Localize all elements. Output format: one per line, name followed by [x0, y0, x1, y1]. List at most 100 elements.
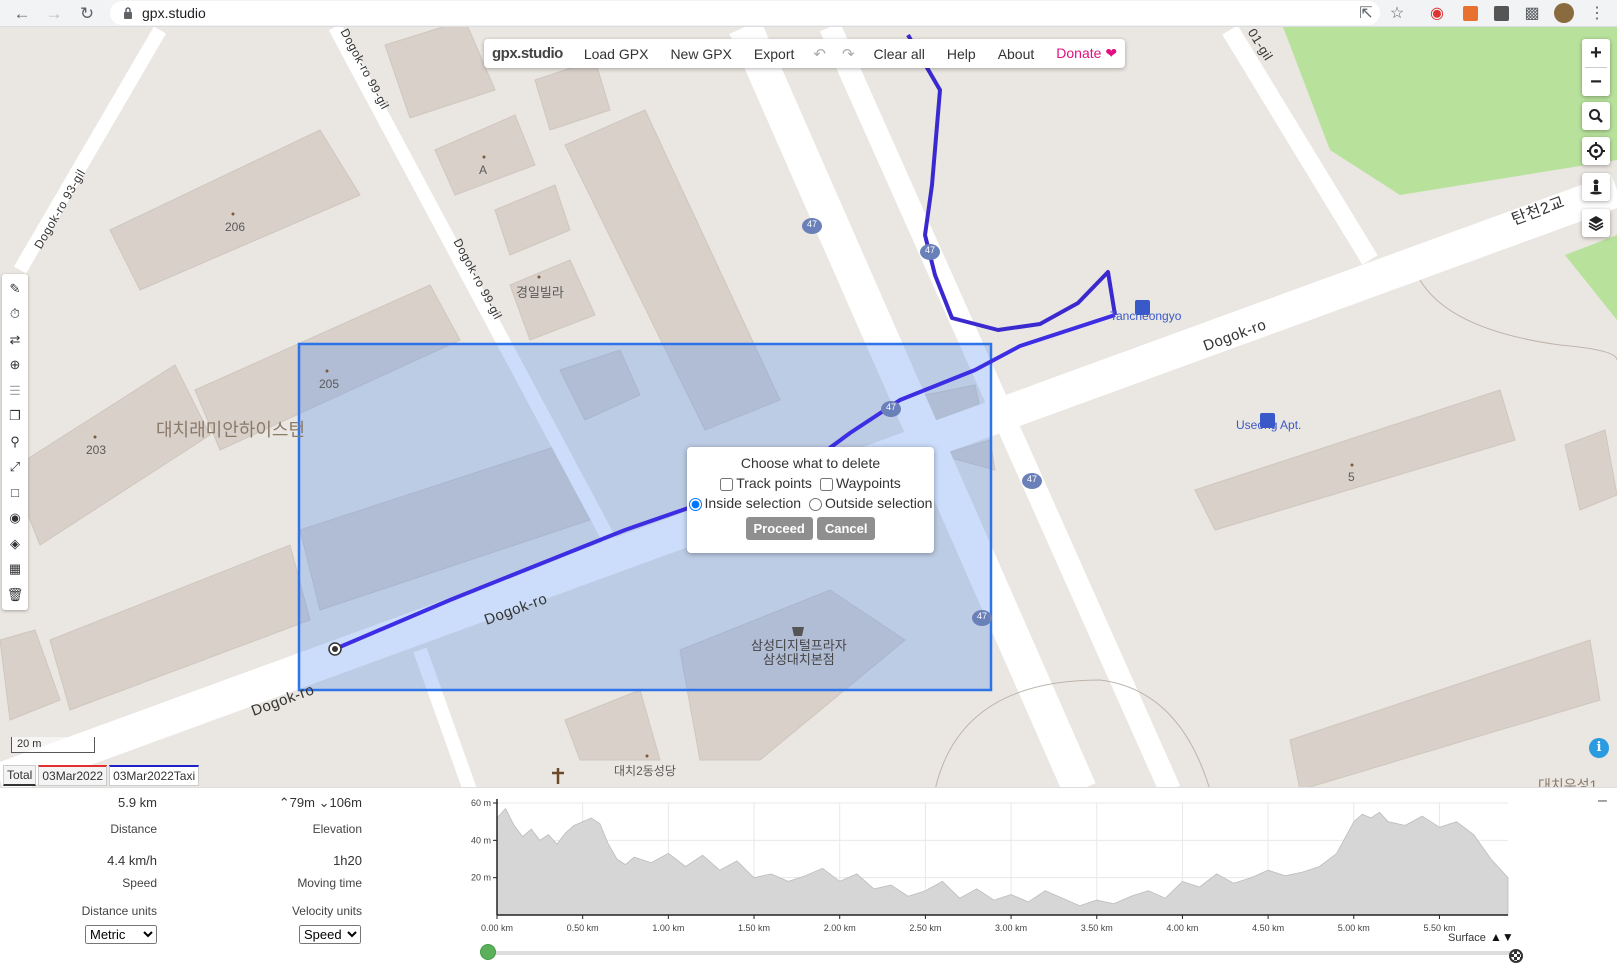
outside-selection-label: Outside selection: [825, 495, 933, 511]
map-canvas[interactable]: A 206 205 203 5 경일빌라 대치래미안하이스턴 삼성디지털프라자 …: [0, 27, 1617, 787]
route-shield: 47: [924, 245, 935, 255]
inside-selection-radio[interactable]: [688, 497, 702, 511]
scale-bar: 20 m: [11, 737, 95, 753]
list-icon[interactable]: ☰: [2, 378, 28, 404]
crop-icon[interactable]: □: [2, 480, 28, 506]
range-slider-track[interactable]: [488, 951, 1513, 955]
search-control: [1582, 102, 1610, 130]
streetview-control: [1582, 173, 1610, 201]
moving-time-label: Moving time: [297, 876, 362, 890]
track-taxi[interactable]: [906, 33, 1117, 332]
outside-selection-radio[interactable]: [809, 497, 823, 511]
map-label: 대치우성1: [1538, 777, 1598, 787]
pencil-icon[interactable]: ✎: [2, 276, 28, 302]
tab-trace-2[interactable]: 03Mar2022Taxi: [109, 765, 200, 786]
range-start-handle[interactable]: [480, 944, 496, 960]
elevation-label: Elevation: [312, 822, 362, 836]
extension-dark-icon[interactable]: [1490, 2, 1512, 24]
palette-icon[interactable]: ◈: [2, 531, 28, 557]
logo: gpx.studio: [492, 45, 563, 62]
new-gpx-button[interactable]: New GPX: [670, 46, 731, 62]
load-gpx-button[interactable]: Load GPX: [584, 46, 649, 62]
map-label: 경일빌라: [516, 285, 564, 300]
map-label: Tancheongyo: [1110, 309, 1182, 323]
track-points-checkbox[interactable]: [720, 477, 734, 491]
track-points-label: Track points: [736, 475, 812, 491]
cancel-button[interactable]: Cancel: [816, 517, 876, 540]
extension-orange-icon[interactable]: [1459, 2, 1481, 24]
search-icon[interactable]: [1582, 102, 1610, 130]
crosshair-icon[interactable]: [1582, 137, 1610, 165]
locate-control: [1582, 137, 1610, 165]
dialog-title: Choose what to delete: [740, 455, 881, 471]
sort-arrows-icon[interactable]: ▲▼: [1490, 930, 1514, 944]
elevation-area[interactable]: [496, 807, 1509, 916]
arrow-up-icon: ⌃: [278, 795, 290, 810]
elevation-value: ⌃79m ⌄106m: [240, 795, 362, 811]
proceed-button[interactable]: Proceed: [745, 517, 813, 540]
waypoints-checkbox[interactable]: [819, 477, 833, 491]
donate-label: Donate: [1056, 45, 1102, 61]
tab-total[interactable]: Total: [3, 765, 37, 786]
eye-slash-icon[interactable]: ◉: [2, 506, 28, 532]
range-end-handle[interactable]: [1509, 949, 1523, 963]
stopwatch-icon[interactable]: ⏱: [2, 302, 28, 328]
distance-units-select[interactable]: Metric: [85, 925, 157, 944]
star-icon[interactable]: ☆: [1386, 2, 1408, 24]
elevation-chart[interactable]: 20 m 40 m 60 m 0.00 km 0.50 km 1.00 km 1.50 km…: [440, 795, 1520, 945]
info-icon[interactable]: i: [1589, 738, 1609, 758]
more-vert-icon[interactable]: ⋮: [1586, 2, 1608, 24]
surface-label: Surface: [1448, 932, 1486, 944]
compress-icon[interactable]: ⤢: [2, 455, 28, 481]
donate-button[interactable]: Donate ❤: [1056, 45, 1117, 62]
zoom-out-button[interactable]: −: [1582, 68, 1610, 96]
extension-shield-icon[interactable]: ◉: [1426, 2, 1448, 24]
clear-all-button[interactable]: Clear all: [874, 46, 925, 62]
help-button[interactable]: Help: [947, 46, 976, 62]
layers-control: [1582, 209, 1610, 237]
copy-icon[interactable]: ❐: [2, 404, 28, 430]
x-tick-label: 3.50 km: [1081, 923, 1113, 933]
y-tick-label: 40 m: [471, 835, 491, 845]
redo-icon[interactable]: ↷: [842, 45, 855, 63]
track-points-option[interactable]: Track points: [720, 475, 812, 491]
address-bar[interactable]: gpx.studio: [110, 1, 1380, 25]
velocity-units-select[interactable]: Speed: [299, 925, 361, 944]
undo-icon[interactable]: ↶: [813, 45, 826, 63]
share-icon[interactable]: ⇱: [1355, 2, 1377, 24]
avatar[interactable]: [1553, 2, 1575, 24]
zoom-in-button[interactable]: +: [1582, 39, 1610, 67]
puzzle-icon[interactable]: ▩: [1521, 2, 1543, 24]
x-tick-label: 2.50 km: [909, 923, 941, 933]
distance-value: 5.9 km: [117, 795, 157, 810]
waypoints-option[interactable]: Waypoints: [819, 475, 901, 491]
minimize-icon[interactable]: –: [1598, 792, 1607, 810]
reload-icon[interactable]: ↻: [76, 3, 98, 25]
arrow-down-icon: ⌄: [318, 795, 330, 810]
route-shield: 47: [806, 219, 817, 229]
elevation-chart-svg[interactable]: 20 m 40 m 60 m 0.00 km 0.50 km 1.00 km 1.50 km…: [440, 795, 1520, 945]
elevation-up: 79m: [289, 795, 315, 810]
plus-circle-icon[interactable]: ⊕: [2, 353, 28, 379]
inside-selection-option[interactable]: Inside selection: [688, 495, 801, 511]
zoom-control: + −: [1582, 39, 1610, 96]
forward-icon[interactable]: →: [43, 3, 65, 25]
map-pin-icon[interactable]: ⚲: [2, 429, 28, 455]
reverse-icon[interactable]: ⇄: [2, 327, 28, 353]
about-button[interactable]: About: [998, 46, 1035, 62]
outside-selection-option[interactable]: Outside selection: [809, 495, 932, 511]
url-text: gpx.studio: [142, 5, 206, 21]
route-shield: 47: [976, 611, 987, 621]
pegman-icon[interactable]: [1582, 173, 1610, 201]
top-menu: gpx.studio Load GPX New GPX Export ↶ ↷ C…: [484, 39, 1126, 68]
layers-icon[interactable]: [1582, 209, 1610, 237]
structure-icon[interactable]: ▦: [2, 557, 28, 583]
back-icon[interactable]: ←: [11, 3, 33, 25]
x-tick-label: 3.00 km: [995, 923, 1027, 933]
tab-trace-1[interactable]: 03Mar2022: [38, 765, 108, 786]
elevation-down: 106m: [329, 795, 362, 810]
speed-label: Speed: [122, 876, 157, 890]
left-toolbar: ✎ ⏱ ⇄ ⊕ ☰ ❐ ⚲ ⤢ □ ◉ ◈ ▦ 🗑: [2, 274, 28, 610]
trash-icon[interactable]: 🗑: [2, 582, 28, 608]
export-button[interactable]: Export: [754, 46, 794, 62]
